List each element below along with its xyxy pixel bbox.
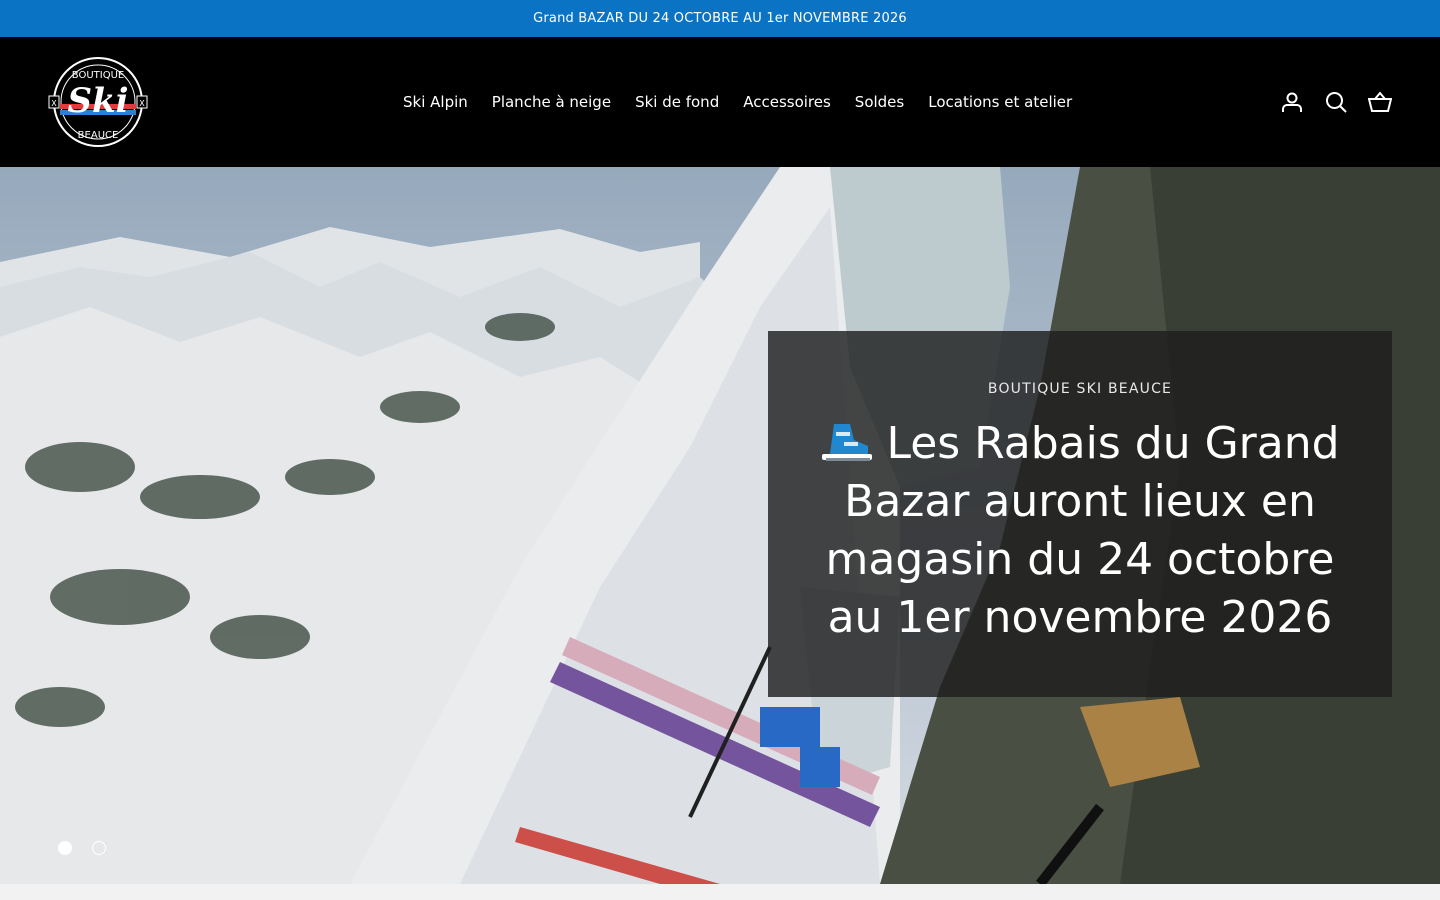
logo-side-mark-left: X	[51, 99, 57, 108]
nav-item-soldes[interactable]: Soldes	[855, 93, 904, 111]
ski-boot-icon	[820, 420, 874, 464]
nav-item-locations-et-atelier[interactable]: Locations et atelier	[928, 93, 1072, 111]
hero-headline-text: Les Rabais du Grand Bazar auront lieux e…	[825, 418, 1340, 643]
nav-item-ski-alpin[interactable]: Ski Alpin	[403, 93, 468, 111]
announcement-text: Grand BAZAR DU 24 OCTOBRE AU 1er NOVEMBR…	[533, 11, 907, 26]
hero-headline: Les Rabais du Grand Bazar auront lieux e…	[808, 415, 1352, 647]
logo-main-text: Ski	[67, 81, 128, 121]
logo-top-text: BOUTIQUE	[72, 70, 124, 81]
hero-eyebrow: BOUTIQUE SKI BEAUCE	[987, 381, 1173, 397]
hero-text-panel: BOUTIQUE SKI BEAUCE Les Rabais du Grand …	[768, 331, 1392, 697]
logo-side-mark-right: X	[139, 99, 145, 108]
nav-item-accessoires[interactable]: Accessoires	[743, 93, 831, 111]
announcement-bar: Grand BAZAR DU 24 OCTOBRE AU 1er NOVEMBR…	[0, 0, 1440, 37]
header-icons	[1280, 37, 1392, 167]
account-icon[interactable]	[1280, 90, 1304, 114]
hero-slideshow: BOUTIQUE SKI BEAUCE Les Rabais du Grand …	[0, 167, 1440, 884]
cart-icon[interactable]	[1368, 90, 1392, 114]
slide-dot-1[interactable]	[58, 841, 72, 855]
search-icon[interactable]	[1324, 90, 1348, 114]
logo-bottom-text: BEAUCE	[78, 130, 119, 141]
site-header: BOUTIQUE BEAUCE Ski X X Ski Alpin Planch…	[0, 37, 1440, 167]
main-navigation: Ski Alpin Planche à neige Ski de fond Ac…	[403, 37, 1072, 167]
page-section-divider	[0, 884, 1440, 900]
store-logo[interactable]: BOUTIQUE BEAUCE Ski X X	[48, 56, 148, 148]
slideshow-dots	[58, 841, 106, 855]
nav-item-ski-de-fond[interactable]: Ski de fond	[635, 93, 719, 111]
slide-dot-2[interactable]	[92, 841, 106, 855]
nav-item-planche-a-neige[interactable]: Planche à neige	[492, 93, 611, 111]
